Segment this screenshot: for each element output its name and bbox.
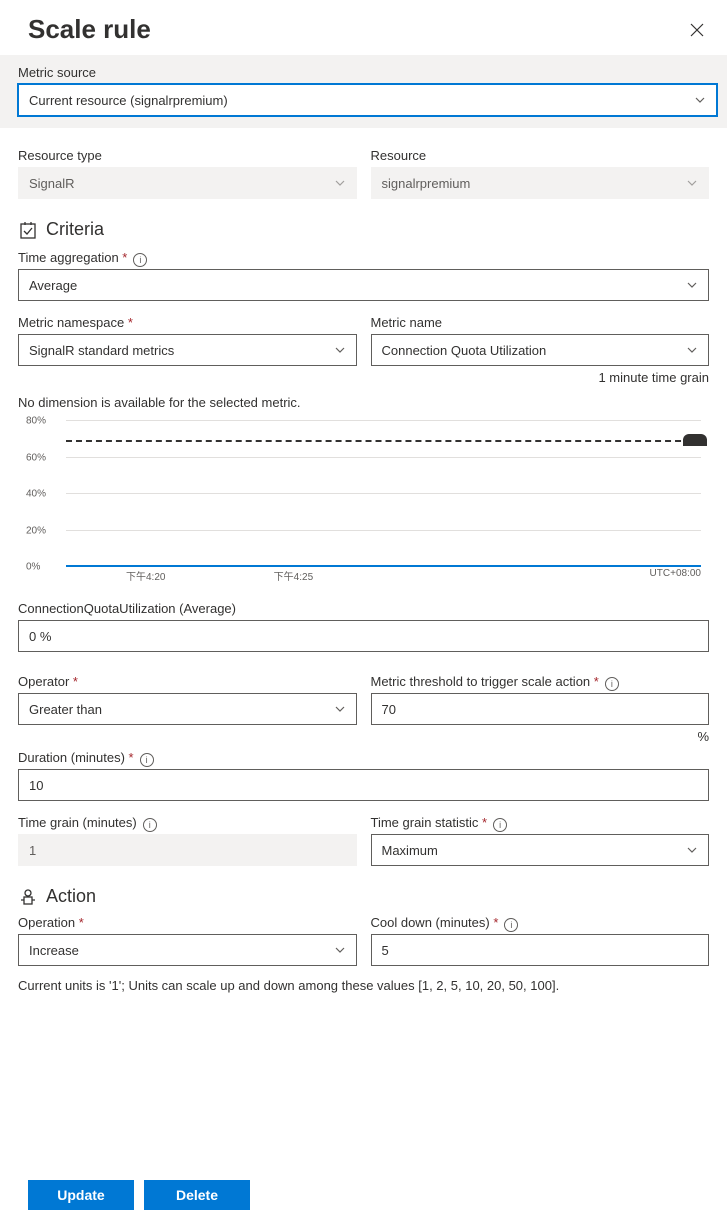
time-aggregation-select[interactable]: Average: [18, 269, 709, 301]
delete-button[interactable]: Delete: [144, 1180, 250, 1210]
info-icon[interactable]: i: [504, 918, 518, 932]
metric-value: 0 %: [29, 629, 51, 644]
metric-name-select[interactable]: Connection Quota Utilization: [371, 334, 710, 366]
info-icon[interactable]: i: [140, 753, 154, 767]
operation-value: Increase: [29, 943, 79, 958]
time-aggregation-value: Average: [29, 278, 77, 293]
chevron-down-icon: [686, 844, 698, 856]
chevron-down-icon: [686, 279, 698, 291]
y-tick: 60%: [26, 452, 46, 463]
y-tick: 20%: [26, 525, 46, 536]
close-button[interactable]: [689, 22, 705, 38]
time-grain-statistic-value: Maximum: [382, 843, 438, 858]
resource-select: signalrpremium: [371, 167, 710, 199]
y-tick: 0%: [26, 562, 40, 573]
chevron-down-icon: [334, 177, 346, 189]
dimension-message: No dimension is available for the select…: [18, 395, 709, 410]
operation-select[interactable]: Increase: [18, 934, 357, 966]
threshold-label: Metric threshold to trigger scale action: [371, 674, 599, 689]
criteria-title: Criteria: [46, 219, 104, 240]
chevron-down-icon: [334, 944, 346, 956]
resource-type-value: SignalR: [29, 176, 75, 191]
metric-source-label: Metric source: [18, 65, 717, 80]
operation-label: Operation: [18, 915, 357, 930]
info-icon[interactable]: i: [605, 677, 619, 691]
y-tick: 80%: [26, 416, 46, 427]
time-grain-input: 1: [18, 834, 357, 866]
action-icon: [18, 887, 38, 907]
operator-value: Greater than: [29, 702, 102, 717]
resource-value: signalrpremium: [382, 176, 471, 191]
duration-input[interactable]: 10: [18, 769, 709, 801]
criteria-icon: [18, 220, 38, 240]
time-aggregation-label: Time aggregation: [18, 250, 127, 265]
chevron-down-icon: [686, 344, 698, 356]
duration-label: Duration (minutes): [18, 750, 134, 765]
threshold-handle[interactable]: [683, 434, 707, 446]
threshold-suffix: %: [371, 729, 710, 744]
info-icon[interactable]: i: [133, 253, 147, 267]
update-button[interactable]: Update: [28, 1180, 134, 1210]
threshold-value: 70: [382, 702, 396, 717]
operator-select[interactable]: Greater than: [18, 693, 357, 725]
metric-value-field[interactable]: 0 %: [18, 620, 709, 652]
time-grain-label: Time grain (minutes): [18, 815, 137, 830]
time-grain-statistic-label: Time grain statistic: [371, 815, 488, 830]
time-grain-hint: 1 minute time grain: [371, 370, 710, 385]
units-note: Current units is '1'; Units can scale up…: [18, 978, 709, 993]
metric-line: [66, 565, 701, 567]
resource-type-label: Resource type: [18, 148, 357, 163]
time-grain-statistic-select[interactable]: Maximum: [371, 834, 710, 866]
cooldown-input[interactable]: 5: [371, 934, 710, 966]
info-icon[interactable]: i: [493, 818, 507, 832]
metric-namespace-value: SignalR standard metrics: [29, 343, 174, 358]
action-title: Action: [46, 886, 96, 907]
resource-label: Resource: [371, 148, 710, 163]
chevron-down-icon: [334, 344, 346, 356]
info-icon[interactable]: i: [143, 818, 157, 832]
x-tick: 下午4:25: [274, 568, 313, 583]
y-tick: 40%: [26, 489, 46, 500]
cooldown-value: 5: [382, 943, 389, 958]
close-icon: [690, 23, 704, 37]
x-tick: 下午4:20: [126, 568, 165, 583]
duration-value: 10: [29, 778, 43, 793]
chevron-down-icon: [686, 177, 698, 189]
metric-name-value: Connection Quota Utilization: [382, 343, 547, 358]
metric-namespace-select[interactable]: SignalR standard metrics: [18, 334, 357, 366]
cooldown-label: Cool down (minutes): [371, 915, 499, 930]
timezone-label: UTC+08:00: [650, 568, 701, 583]
resource-type-select: SignalR: [18, 167, 357, 199]
chevron-down-icon: [694, 94, 706, 106]
threshold-input[interactable]: 70: [371, 693, 710, 725]
metric-chart: 80% 60% 40% 20% 0% 下午4:20 下午4:25 UTC+08:…: [18, 420, 709, 587]
metric-name-label: Metric name: [371, 315, 710, 330]
chevron-down-icon: [334, 703, 346, 715]
metric-namespace-label: Metric namespace: [18, 315, 357, 330]
operator-label: Operator: [18, 674, 357, 689]
metric-source-value: Current resource (signalrpremium): [29, 93, 228, 108]
time-grain-value: 1: [29, 843, 36, 858]
page-title: Scale rule: [28, 14, 151, 45]
metric-source-select[interactable]: Current resource (signalrpremium): [18, 84, 717, 116]
threshold-line: [66, 440, 701, 442]
metric-value-label: ConnectionQuotaUtilization (Average): [18, 601, 709, 616]
